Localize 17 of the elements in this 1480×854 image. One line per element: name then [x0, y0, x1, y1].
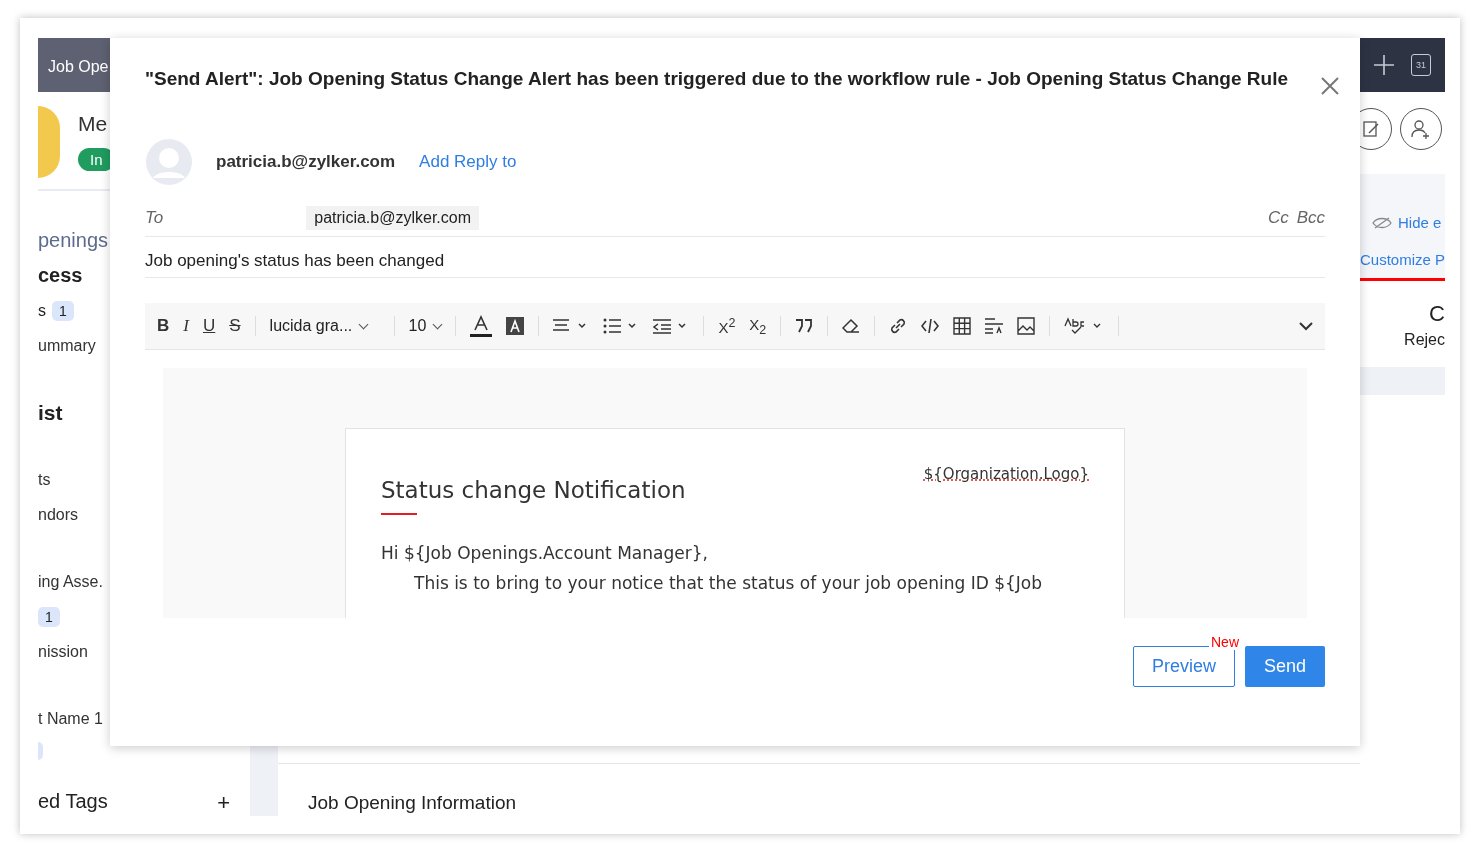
new-badge: New [1209, 634, 1241, 650]
section-title: Job Opening Information [278, 763, 1360, 822]
sidebar-heading: cess [38, 263, 83, 288]
stat-label: Rejec [1403, 331, 1445, 349]
sidebar-heading: ist [38, 399, 63, 426]
sidebar-heading: ed Tags [38, 790, 108, 814]
sender-email: patricia.b@zylker.com [216, 152, 396, 172]
count-badge: 1 [38, 606, 60, 627]
body-text: This is to bring to your notice that the status of your job opening ID ${Job [413, 573, 1043, 593]
template-heading: Status change Notification [381, 477, 686, 503]
greeting-text: Hi ${Job Openings.Account Manager}, [381, 543, 709, 563]
to-label: To [145, 208, 164, 228]
record-name: Me [78, 111, 109, 136]
logo-placeholder: ${Organization.Logo} [923, 465, 1089, 483]
dialog-title: "Send Alert": Job Opening Status Change Alert has been triggered due to the workflow rule - Job Opening Status Change Rule [145, 68, 1288, 90]
count-badge: 1 [52, 300, 74, 321]
stat-value: C [1428, 301, 1445, 327]
